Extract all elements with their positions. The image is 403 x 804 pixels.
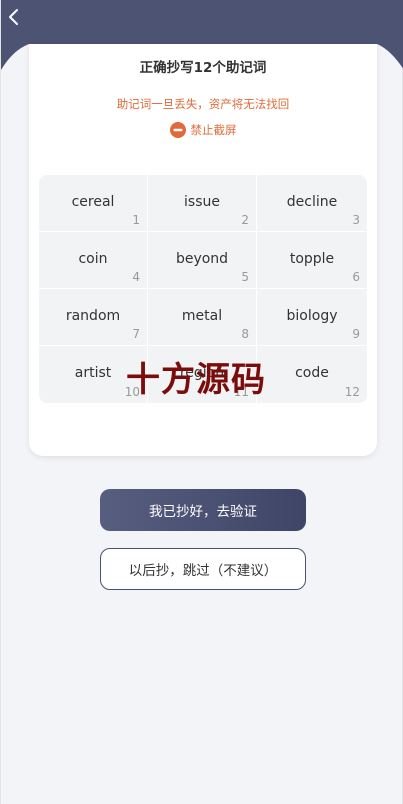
watermark-text: 十方源码 [126,360,266,400]
mnemonic-index: 6 [352,270,360,284]
mnemonic-word: topple [289,251,335,267]
mnemonic-index: 8 [241,327,249,341]
mnemonic-word: code [295,365,329,381]
no-entry-icon [169,122,186,138]
mnemonic-cell: cereal 1 [39,175,148,232]
mnemonic-index: 9 [352,327,360,341]
mnemonic-cell: code 12 [257,346,367,403]
page-title: 正确抄写12个助记词 [139,60,267,76]
screenshot-notice: 禁止截屏 [29,122,377,138]
mnemonic-cell: beyond 5 [148,232,257,289]
mnemonic-word: random [65,308,121,324]
mnemonic-index: 2 [241,213,249,227]
mnemonic-index: 4 [132,270,140,284]
mnemonic-cell: topple 6 [257,232,367,289]
mnemonic-cell: issue 2 [148,175,257,232]
mnemonic-word: metal [181,308,223,324]
mnemonic-index: 3 [352,213,360,227]
mnemonic-word: decline [286,194,338,210]
mnemonic-index: 7 [132,327,140,341]
mnemonic-index: 5 [241,270,249,284]
skip-button[interactable]: 以后抄，跳过（不建议） [100,548,306,590]
mnemonic-word: issue [184,194,220,210]
mnemonic-word: beyond [175,251,229,267]
mnemonic-index: 12 [344,385,360,399]
mnemonic-index: 1 [132,213,140,227]
verify-button[interactable]: 我已抄好，去验证 [100,489,306,531]
mnemonic-cell: decline 3 [257,175,367,232]
mnemonic-word: cereal [71,194,115,210]
screenshot-notice-label: 禁止截屏 [190,123,237,137]
mnemonic-cell: biology 9 [257,289,367,346]
chevron-left-icon [9,9,18,25]
mnemonic-cell: metal 8 [148,289,257,346]
mnemonic-cell: coin 4 [39,232,148,289]
back-button[interactable] [7,8,31,34]
mnemonic-cell: random 7 [39,289,148,346]
loss-warning: 助记词一旦丢失，资产将无法找回 [116,97,290,111]
mnemonic-word: coin [78,251,108,267]
mnemonic-word: biology [286,308,338,324]
